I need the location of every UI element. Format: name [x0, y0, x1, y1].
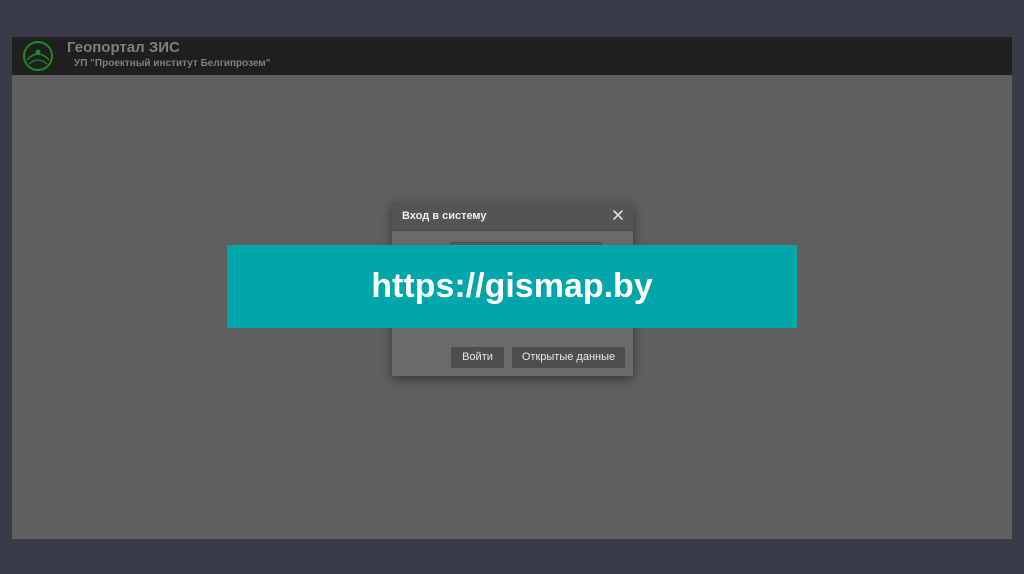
- open-data-button[interactable]: Открытые данные: [512, 347, 625, 368]
- banner-url-text: https://gismap.by: [371, 267, 653, 305]
- app-subtitle: УП "Проектный институт Белгипрозем": [74, 58, 271, 69]
- dialog-title: Вход в систему: [402, 210, 487, 222]
- close-icon[interactable]: [611, 208, 625, 222]
- dialog-header: Вход в систему: [392, 203, 633, 231]
- belgiprozem-logo-icon: [23, 41, 53, 71]
- app-header: Геопортал ЗИС УП "Проектный институт Бел…: [12, 37, 1012, 75]
- url-banner: https://gismap.by: [227, 245, 797, 328]
- login-button[interactable]: Войти: [451, 347, 504, 368]
- app-title: Геопортал ЗИС: [67, 39, 180, 56]
